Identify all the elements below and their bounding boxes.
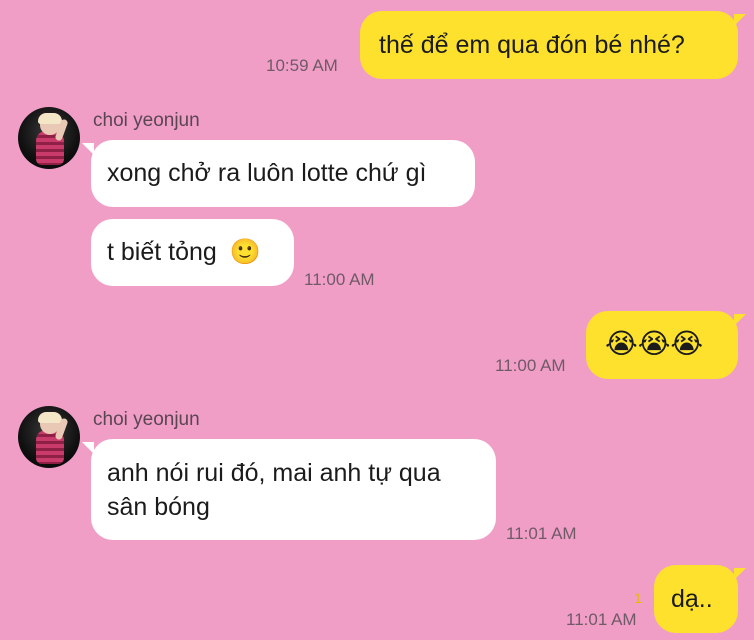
- avatar[interactable]: [18, 406, 80, 468]
- message-text: xong chở ra luôn lotte chứ gì: [107, 159, 427, 187]
- bubble-tail: [82, 442, 94, 454]
- message-text: dạ..: [671, 585, 713, 613]
- incoming-message-bubble[interactable]: t biết tỏng 🙂: [91, 219, 294, 286]
- message-timestamp: 11:01 AM: [506, 524, 577, 543]
- message-timestamp: 10:59 AM: [266, 56, 338, 75]
- bubble-tail: [734, 568, 746, 580]
- unread-count: 1: [634, 590, 642, 606]
- message-text: thế để em qua đón bé nhé?: [379, 31, 685, 59]
- crying-emoji: 😭😭😭: [605, 327, 704, 360]
- outgoing-message-bubble[interactable]: dạ..: [654, 565, 738, 633]
- outgoing-message-bubble[interactable]: 😭😭😭: [586, 311, 738, 379]
- bubble-tail: [82, 143, 94, 155]
- message-text: t biết tỏng: [107, 238, 217, 266]
- incoming-message-bubble[interactable]: xong chở ra luôn lotte chứ gì: [91, 140, 475, 207]
- outgoing-message-bubble[interactable]: thế để em qua đón bé nhé?: [360, 11, 738, 79]
- message-text-line: sân bóng: [107, 493, 210, 521]
- bubble-tail: [734, 314, 746, 326]
- avatar[interactable]: [18, 107, 80, 169]
- sender-name: choi yeonjun: [93, 409, 200, 430]
- message-timestamp: 11:00 AM: [304, 270, 375, 289]
- message-timestamp: 11:01 AM: [566, 610, 637, 629]
- incoming-message-bubble[interactable]: anh nói rui đó, mai anh tự qua sân bóng: [91, 439, 496, 540]
- slight-smile-emoji: 🙂: [229, 237, 261, 266]
- bubble-tail: [734, 14, 746, 26]
- message-timestamp: 11:00 AM: [495, 356, 566, 375]
- message-text-line: anh nói rui đó, mai anh tự qua: [107, 459, 441, 487]
- sender-name: choi yeonjun: [93, 110, 200, 131]
